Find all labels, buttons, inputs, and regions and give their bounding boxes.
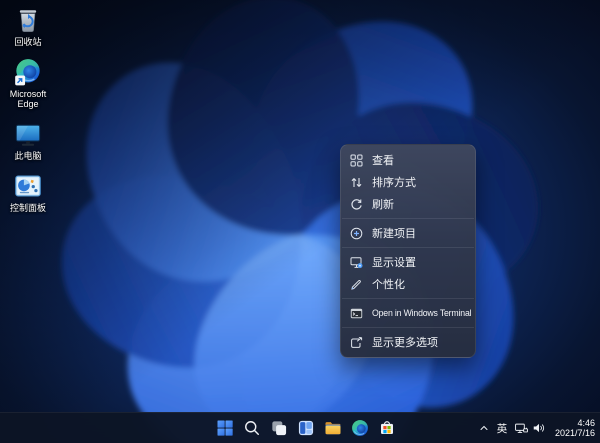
edge-icon (350, 418, 370, 438)
menu-item-show-more-options[interactable]: 显示更多选项 (341, 331, 475, 353)
menu-item-label: 查看 (372, 152, 394, 168)
taskbar-center-buttons (212, 413, 400, 443)
menu-item-label: Open in Windows Terminal (372, 308, 471, 319)
clock-date: 2021/7/16 (549, 428, 595, 439)
microsoft-store-icon (377, 418, 397, 438)
recycle-bin-icon (14, 6, 42, 34)
refresh-icon (350, 198, 363, 211)
menu-item-refresh[interactable]: 刷新 (341, 193, 475, 215)
input-method-indicator[interactable]: 英 (494, 416, 510, 440)
search-button[interactable] (239, 415, 265, 441)
taskbar-clock[interactable]: 4:46 2021/7/16 (549, 418, 598, 439)
volume-icon (532, 421, 546, 435)
network-icon (514, 421, 529, 436)
menu-item-new[interactable]: 新建项目 (341, 222, 475, 244)
taskbar: 英 (0, 412, 600, 443)
desktop-icon-recycle-bin[interactable]: 回收站 (2, 4, 54, 47)
clock-time: 4:46 (549, 418, 595, 429)
task-view-button[interactable] (266, 415, 292, 441)
widgets-icon (296, 418, 316, 438)
task-view-icon (269, 418, 289, 438)
this-pc-icon (14, 120, 42, 148)
tray-chevron-button[interactable] (477, 416, 491, 440)
menu-item-label: 个性化 (372, 276, 405, 292)
widgets-button[interactable] (293, 415, 319, 441)
taskbar-tray: 英 (477, 413, 598, 443)
desktop-icon-list: 回收站 (2, 4, 54, 213)
windows-start-icon (215, 418, 235, 438)
desktop-icon-label: 此电脑 (14, 151, 41, 161)
menu-item-label: 刷新 (372, 196, 394, 212)
file-explorer-icon (323, 418, 343, 438)
microsoft-store-button[interactable] (374, 415, 400, 441)
menu-item-personalize[interactable]: 个性化 (341, 273, 475, 295)
desktop-screen: 回收站 (0, 0, 600, 443)
display-settings-icon (350, 256, 363, 269)
search-icon (242, 418, 262, 438)
menu-item-open-windows-terminal[interactable]: Open in Windows Terminal (341, 302, 475, 324)
desktop-icon-control-panel[interactable]: 控制面板 (2, 170, 54, 213)
menu-item-label: 新建项目 (372, 225, 416, 241)
menu-separator (342, 298, 474, 299)
personalize-icon (350, 278, 363, 291)
terminal-icon (350, 307, 363, 320)
desktop-icon-microsoft-edge[interactable]: Microsoft Edge (2, 56, 54, 109)
menu-separator (342, 327, 474, 328)
desktop-icon-this-pc[interactable]: 此电脑 (2, 118, 54, 161)
chevron-up-icon (478, 422, 490, 434)
menu-separator (342, 218, 474, 219)
network-button[interactable] (513, 416, 529, 440)
view-icon (350, 154, 363, 167)
edge-button[interactable] (347, 415, 373, 441)
control-panel-icon (14, 172, 42, 200)
new-item-icon (350, 227, 363, 240)
menu-item-view[interactable]: 查看 (341, 149, 475, 171)
desktop-icon-label: Microsoft Edge (2, 89, 54, 109)
file-explorer-button[interactable] (320, 415, 346, 441)
menu-item-label: 排序方式 (372, 174, 416, 190)
menu-item-label: 显示设置 (372, 254, 416, 270)
menu-item-display-settings[interactable]: 显示设置 (341, 251, 475, 273)
more-options-icon (350, 336, 363, 349)
desktop-context-menu: 查看 排序方式 刷新 (340, 144, 476, 358)
sort-icon (350, 176, 363, 189)
menu-item-label: 显示更多选项 (372, 334, 438, 350)
menu-separator (342, 247, 474, 248)
desktop-icon-label: 控制面板 (10, 203, 46, 213)
desktop-icon-label: 回收站 (14, 37, 41, 47)
wallpaper-bloom (0, 0, 600, 443)
start-button[interactable] (212, 415, 238, 441)
volume-button[interactable] (532, 416, 546, 440)
edge-icon (14, 58, 42, 86)
menu-item-sort-by[interactable]: 排序方式 (341, 171, 475, 193)
